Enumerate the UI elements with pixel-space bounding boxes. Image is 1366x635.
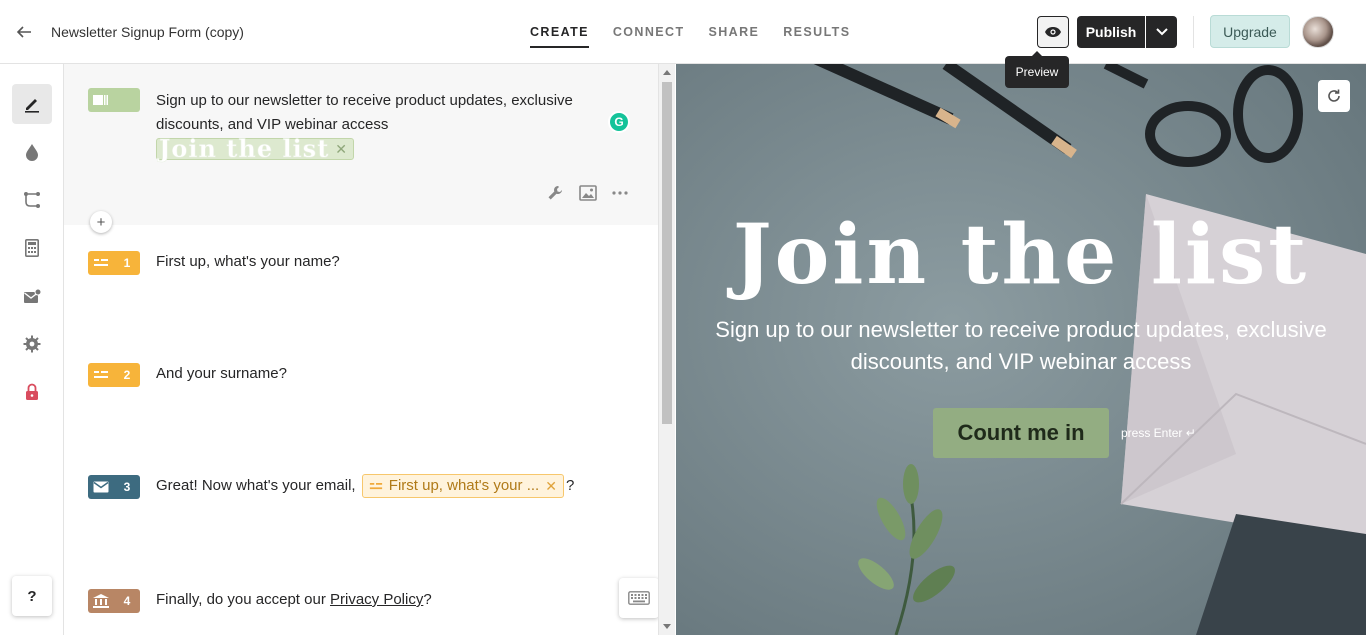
eye-icon <box>1045 27 1061 37</box>
left-sidebar: ? <box>0 64 64 635</box>
remove-recall-icon[interactable]: ✕ <box>545 474 557 498</box>
scroll-thumb[interactable] <box>662 82 672 424</box>
email-icon <box>88 475 114 499</box>
sidebar-item-design[interactable] <box>12 132 52 172</box>
question-text-4[interactable]: Finally, do you accept our Privacy Polic… <box>156 588 432 612</box>
recall-answer-chip[interactable]: First up, what's your ... ✕ <box>361 474 564 499</box>
tab-share[interactable]: SHARE <box>708 0 759 64</box>
welcome-screen-badge <box>88 88 140 112</box>
sidebar-item-notifications[interactable] <box>12 276 52 316</box>
preview-tooltip: Preview <box>1005 51 1069 88</box>
publish-button[interactable]: Publish <box>1077 16 1145 48</box>
refresh-preview-button[interactable] <box>1318 80 1350 112</box>
refresh-icon <box>1328 89 1340 102</box>
wrench-icon[interactable] <box>546 183 566 203</box>
question-text-4-before: Finally, do you accept our <box>156 591 326 608</box>
question-number: 1 <box>123 256 131 270</box>
question-text-3-after: ? <box>565 477 575 494</box>
question-badge-2[interactable]: 2 <box>88 363 140 387</box>
preview-subtitle: Sign up to our newsletter to receive pro… <box>715 317 1327 374</box>
question-text-2[interactable]: And your surname? <box>156 362 287 386</box>
question-badge-4[interactable]: 4 <box>88 589 140 613</box>
lock-icon <box>26 383 38 400</box>
top-bar: Newsletter Signup Form (copy) CREATE CON… <box>0 0 1366 64</box>
scroll-down-arrow[interactable] <box>663 624 671 629</box>
short-text-icon <box>369 482 382 489</box>
scroll-up-arrow[interactable] <box>663 70 671 75</box>
question-text-3[interactable]: Great! Now what's your email, First up, … <box>156 474 575 499</box>
question-list-scrollbar[interactable] <box>658 64 675 635</box>
preview-button[interactable] <box>1037 16 1069 48</box>
question-number: 3 <box>123 480 131 494</box>
sidebar-item-logic[interactable] <box>12 180 52 220</box>
welcome-title-chip[interactable]: Join the list ✕ <box>156 134 355 163</box>
form-preview-panel: Join the list Sign up to our newsletter … <box>676 64 1366 635</box>
count-me-in-button[interactable]: Count me in <box>933 408 1109 458</box>
avatar[interactable] <box>1302 16 1334 48</box>
question-text-4-after: ? <box>423 591 432 608</box>
welcome-screen-icon <box>88 88 114 112</box>
logic-branch-icon <box>24 192 40 208</box>
calculator-icon <box>25 239 39 257</box>
keyboard-shortcuts-button[interactable] <box>619 578 658 618</box>
sidebar-item-settings[interactable] <box>12 324 52 364</box>
press-enter-hint: press Enter ↵ <box>1121 426 1196 440</box>
email-notification-icon <box>24 288 41 303</box>
publish-options-button[interactable] <box>1146 16 1177 48</box>
welcome-text[interactable]: Sign up to our newsletter to receive pro… <box>156 89 616 137</box>
back-arrow-icon[interactable] <box>12 20 36 44</box>
upgrade-button[interactable]: Upgrade <box>1210 15 1290 48</box>
form-title[interactable]: Newsletter Signup Form (copy) <box>51 24 244 40</box>
pencil-icon <box>25 99 39 113</box>
question-badge-3[interactable]: 3 <box>88 475 140 499</box>
help-button[interactable]: ? <box>12 576 52 616</box>
question-list: Sign up to our newsletter to receive pro… <box>64 64 658 635</box>
remove-title-icon[interactable]: ✕ <box>335 141 347 158</box>
sidebar-item-content[interactable] <box>12 84 52 124</box>
sidebar-item-access[interactable] <box>12 372 52 412</box>
tab-create[interactable]: CREATE <box>530 0 589 64</box>
question-number: 4 <box>123 594 131 608</box>
gear-icon <box>23 335 41 353</box>
keyboard-icon <box>628 591 650 605</box>
tab-results[interactable]: RESULTS <box>783 0 850 64</box>
welcome-screen-block[interactable]: Sign up to our newsletter to receive pro… <box>64 64 658 225</box>
welcome-title-chip-text: Join the list <box>159 134 330 163</box>
add-question-button[interactable]: + <box>90 211 112 233</box>
grammarly-icon[interactable]: G <box>608 111 630 133</box>
droplet-icon <box>26 144 38 161</box>
tab-connect[interactable]: CONNECT <box>613 0 685 64</box>
short-text-icon <box>88 251 114 275</box>
main-nav-tabs: CREATE CONNECT SHARE RESULTS <box>530 0 850 64</box>
sidebar-item-calculator[interactable] <box>12 228 52 268</box>
short-text-icon <box>88 363 114 387</box>
chevron-down-icon <box>1155 28 1168 36</box>
question-number: 2 <box>123 368 131 382</box>
legal-icon <box>88 589 114 613</box>
question-text-1[interactable]: First up, what's your name? <box>156 250 340 274</box>
more-options-icon[interactable] <box>610 183 630 203</box>
header-divider <box>1193 16 1194 48</box>
question-text-3-before: Great! Now what's your email, <box>156 477 356 494</box>
image-icon[interactable] <box>578 183 598 203</box>
preview-title: Join the list <box>732 207 1310 303</box>
recall-answer-chip-text: First up, what's your ... <box>388 477 540 495</box>
question-badge-1[interactable]: 1 <box>88 251 140 275</box>
privacy-policy-link[interactable]: Privacy Policy <box>330 591 423 608</box>
